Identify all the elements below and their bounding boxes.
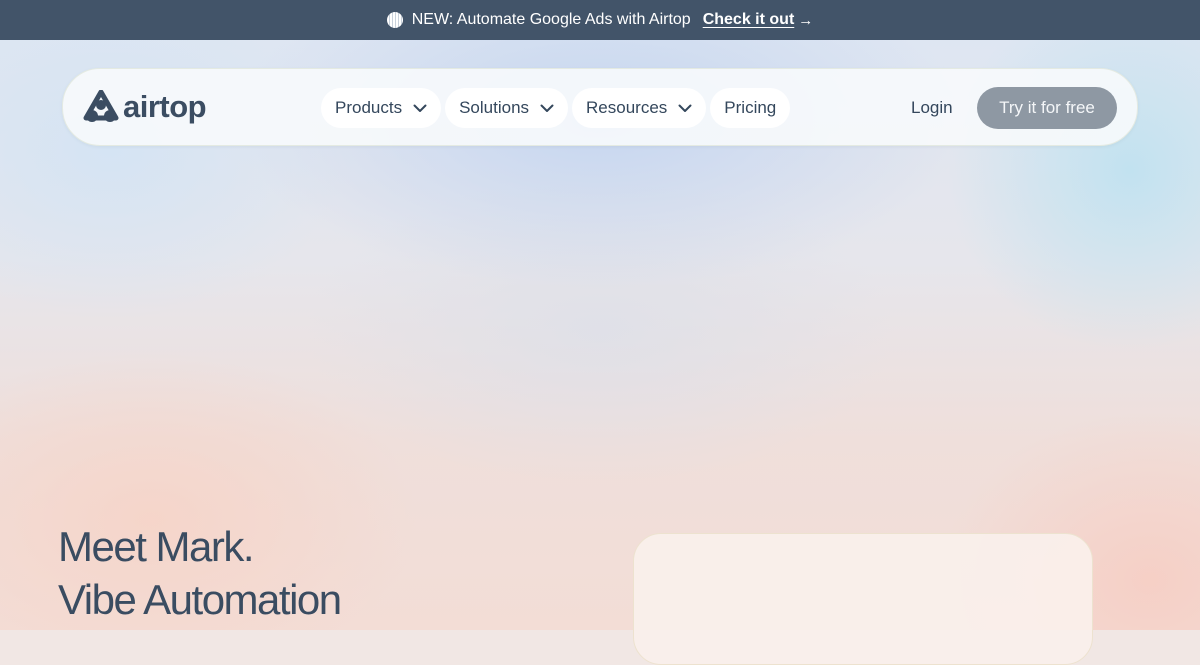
login-link[interactable]: Login — [911, 88, 953, 128]
hero-heading-line-1: Meet Mark. — [58, 523, 255, 570]
announcement-text: NEW: Automate Google Ads with Airtop — [411, 11, 691, 28]
nav-links: Products Solutions Resources Pricing — [321, 88, 791, 128]
nav-item-label: Solutions — [459, 98, 530, 117]
main-navigation: airtop Products Solutions Resources Pric… — [62, 68, 1138, 146]
nav-item-label: Resources — [586, 98, 668, 117]
arrow-right-icon: → — [798, 11, 814, 29]
airtop-logo-icon — [83, 90, 119, 122]
nav-item-resources[interactable]: Resources — [572, 88, 707, 128]
hero-demo-card — [633, 533, 1093, 665]
try-it-for-free-button[interactable]: Try it for free — [977, 87, 1117, 129]
hero-heading-line-2: Vibe Automation — [58, 576, 342, 623]
chevron-down-icon — [678, 104, 692, 112]
check-it-out-link[interactable]: Check it out — [703, 11, 795, 29]
nav-item-solutions[interactable]: Solutions — [445, 88, 569, 128]
logo-wordmark: airtop — [123, 89, 207, 124]
announcement-bar: NEW: Automate Google Ads with Airtop Che… — [0, 0, 1200, 40]
disc-icon — [386, 12, 403, 28]
hero-heading: Meet Mark. Vibe Automation — [58, 520, 342, 626]
chevron-down-icon — [413, 104, 427, 112]
airtop-logo[interactable]: airtop — [83, 89, 207, 125]
chevron-down-icon — [540, 104, 554, 112]
nav-item-pricing[interactable]: Pricing — [710, 88, 791, 128]
nav-item-products[interactable]: Products — [321, 88, 442, 128]
nav-item-label: Products — [335, 98, 403, 117]
nav-item-label: Pricing — [724, 98, 777, 117]
